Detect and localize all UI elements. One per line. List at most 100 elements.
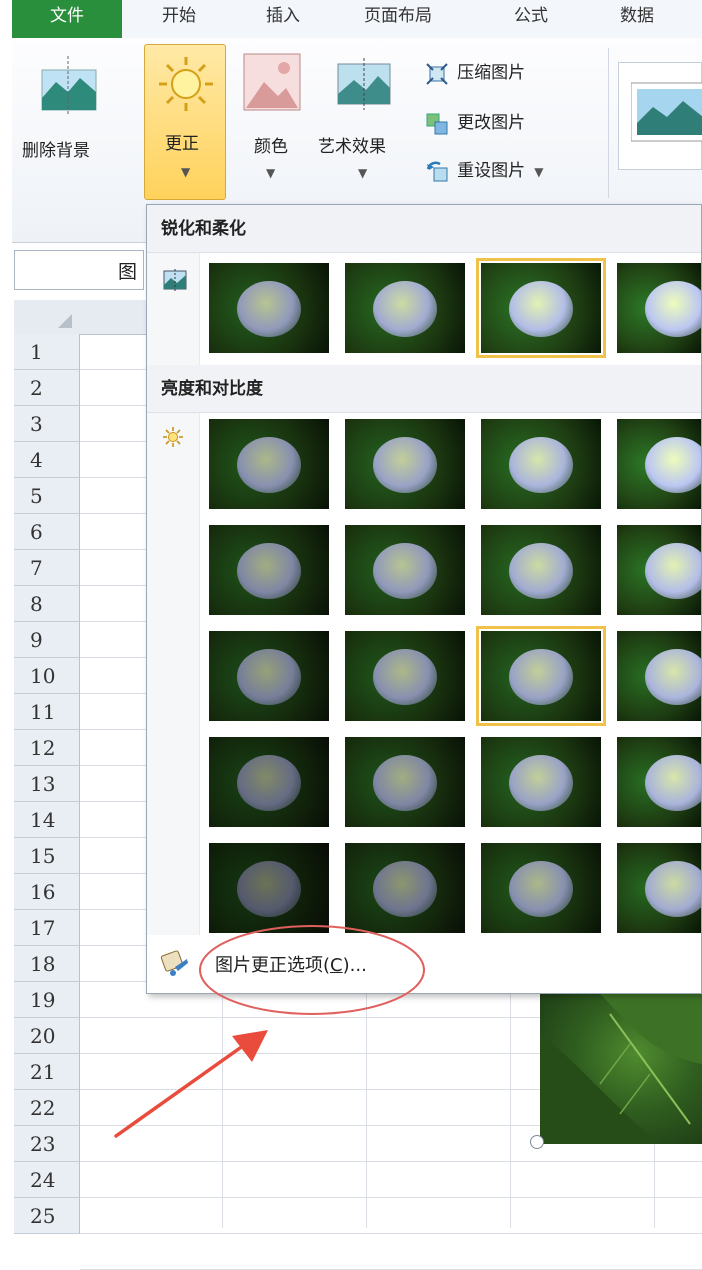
tab-file[interactable]: 文件 [12,0,122,38]
brightness-thumbnail[interactable] [345,737,465,827]
sun-icon [159,57,213,111]
compress-pictures-button[interactable]: 压缩图片 [426,58,525,88]
brightness-thumbnail[interactable] [345,419,465,509]
arrow-head-icon [232,1030,268,1062]
brightness-thumbnail[interactable] [476,626,606,726]
brightness-thumbnail[interactable] [617,525,701,615]
resize-handle[interactable] [530,1135,544,1149]
row-gridline [80,1197,702,1198]
tab-formulas[interactable]: 公式 [504,0,558,38]
brightness-thumbnail[interactable] [345,843,465,933]
reset-picture-button[interactable]: 重设图片 ▼ [426,156,543,186]
left-margin [0,0,12,1228]
row-header[interactable]: 11 [14,694,80,730]
row-header[interactable]: 13 [14,766,80,802]
brightness-thumbnail[interactable] [617,843,701,933]
sharpen-thumbnail[interactable] [345,263,465,353]
row-header[interactable]: 15 [14,838,80,874]
inserted-picture[interactable] [540,994,702,1144]
brightness-thumbnail[interactable] [209,525,329,615]
hydrangea-image [373,437,437,493]
ribbon-divider [608,48,609,198]
row-header[interactable]: 14 [14,802,80,838]
reset-label: 重设图片 [457,161,526,181]
row-gridline [80,1161,702,1162]
options-label: 图片更正选项(C)... [215,955,367,976]
row-header[interactable]: 1 [14,334,80,370]
section-brightness-contrast: 亮度和对比度 [147,365,701,413]
remove-background-button[interactable]: 删除背景 [12,46,122,176]
row-header[interactable]: 23 [14,1126,80,1162]
select-all-corner[interactable] [14,300,81,335]
row-header[interactable]: 20 [14,1018,80,1054]
row-header[interactable]: 2 [14,370,80,406]
sharpen-thumbnail[interactable] [476,258,606,358]
color-button[interactable]: 颜色 ▼ [234,46,310,196]
row-header[interactable]: 9 [14,622,80,658]
brightness-thumbnail[interactable] [481,419,601,509]
brightness-thumbnail[interactable] [209,737,329,827]
brightness-thumbnail[interactable] [617,631,701,721]
brightness-thumbnail[interactable] [481,737,601,827]
row-header[interactable]: 17 [14,910,80,946]
name-box[interactable]: 图 [14,250,144,290]
tab-page-layout[interactable]: 页面布局 [350,0,446,38]
row-header[interactable]: 10 [14,658,80,694]
tab-data[interactable]: 数据 [610,0,664,38]
sharpen-thumbnail[interactable] [617,263,701,353]
artistic-effects-label: 艺术效果 [318,137,386,157]
hydrangea-image [509,281,573,337]
brightness-thumbnail[interactable] [345,631,465,721]
row-header[interactable]: 8 [14,586,80,622]
brightness-thumbnail[interactable] [345,525,465,615]
artistic-effects-button[interactable]: 艺术效果 ▼ [316,46,412,196]
name-box-value: 图 [117,261,137,283]
change-picture-button[interactable]: 更改图片 [426,108,525,138]
hydrangea-image [509,543,573,599]
leaf-image [540,994,702,1144]
row-header[interactable]: 22 [14,1090,80,1126]
hydrangea-image [237,437,301,493]
row-header[interactable]: 7 [14,550,80,586]
section-sharpen-soften: 锐化和柔化 [147,205,701,253]
row-header[interactable]: 5 [14,478,80,514]
sharpen-thumbnail[interactable] [209,263,329,353]
brightness-thumbnail[interactable] [209,419,329,509]
picture-style-gallery[interactable] [618,62,702,170]
corrections-button[interactable]: 更正 ▼ [144,44,226,200]
sharpen-strip [147,253,200,365]
row-header[interactable]: 12 [14,730,80,766]
row-header[interactable]: 25 [14,1198,80,1234]
tab-insert[interactable]: 插入 [256,0,310,38]
hydrangea-image [237,543,301,599]
hydrangea-image [645,437,701,493]
paint-icon [161,950,188,976]
compress-label: 压缩图片 [457,63,526,83]
hydrangea-image [509,649,573,705]
row-header[interactable]: 3 [14,406,80,442]
hydrangea-image [645,543,701,599]
chevron-down-icon: ▼ [358,166,368,180]
brightness-thumbnail[interactable] [209,843,329,933]
row-header[interactable]: 4 [14,442,80,478]
row-header[interactable]: 6 [14,514,80,550]
row-header[interactable]: 16 [14,874,80,910]
corrections-dropdown: 锐化和柔化 亮度和对比度 图片更正选项(C)... [146,204,702,994]
brightness-thumbnail[interactable] [209,631,329,721]
brightness-thumbnail[interactable] [617,419,701,509]
row-header[interactable]: 21 [14,1054,80,1090]
row-header[interactable]: 19 [14,982,80,1018]
brightness-thumbnail[interactable] [481,843,601,933]
brightness-thumbnail[interactable] [617,737,701,827]
hydrangea-image [645,649,701,705]
change-label: 更改图片 [457,113,526,133]
row-header[interactable]: 24 [14,1162,80,1198]
row-header[interactable]: 18 [14,946,80,982]
corner-triangle-icon [58,314,72,328]
brightness-thumbnail[interactable] [481,525,601,615]
column-header[interactable] [80,300,151,335]
hydrangea-image [373,543,437,599]
tab-home[interactable]: 开始 [154,0,204,38]
hydrangea-image [237,755,301,811]
picture-corrections-options[interactable]: 图片更正选项(C)... [147,935,701,991]
